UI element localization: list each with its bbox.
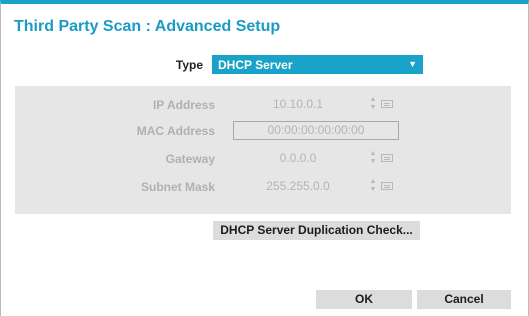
subnet-mask-spinner-icon: ▲ ▼ <box>369 178 377 193</box>
ip-address-field: 10.10.0.1 <box>272 97 324 111</box>
type-select[interactable]: DHCP Server ▼ <box>212 55 423 74</box>
mac-address-row: MAC Address 00:00:00:00:00:00 <box>15 121 511 141</box>
ip-address-spinner-icon: ▲ ▼ <box>369 96 377 111</box>
duplication-check-button[interactable]: DHCP Server Duplication Check... <box>213 221 420 240</box>
type-select-value: DHCP Server <box>218 58 293 72</box>
chevron-down-icon: ▼ <box>408 59 417 69</box>
mac-address-field: 00:00:00:00:00:00 <box>233 121 399 140</box>
ip-address-keyboard-icon <box>381 100 393 108</box>
gateway-keyboard-icon <box>381 154 393 162</box>
type-label: Type <box>175 58 203 72</box>
gateway-spinner-icon: ▲ ▼ <box>369 150 377 165</box>
dialog-title: Third Party Scan : Advanced Setup <box>14 18 281 35</box>
gateway-row: Gateway 0.0.0.0 ▲ ▼ <box>15 149 511 169</box>
subnet-mask-field: 255.255.0.0 <box>266 179 330 193</box>
subnet-mask-keyboard-icon <box>381 182 393 190</box>
gateway-label: Gateway <box>165 152 215 166</box>
ok-button[interactable]: OK <box>316 290 412 309</box>
mac-address-label: MAC Address <box>136 124 215 138</box>
network-settings-panel: IP Address 10.10.0.1 ▲ ▼ MAC Address 00:0… <box>15 86 511 214</box>
subnet-mask-row: Subnet Mask 255.255.0.0 ▲ ▼ <box>15 177 511 197</box>
ip-address-label: IP Address <box>152 98 215 112</box>
cancel-button[interactable]: Cancel <box>417 290 511 309</box>
gateway-field: 0.0.0.0 <box>279 151 317 165</box>
subnet-mask-label: Subnet Mask <box>140 180 215 194</box>
advanced-setup-dialog: Third Party Scan : Advanced Setup Type D… <box>0 0 529 316</box>
ip-address-row: IP Address 10.10.0.1 ▲ ▼ <box>15 95 511 115</box>
